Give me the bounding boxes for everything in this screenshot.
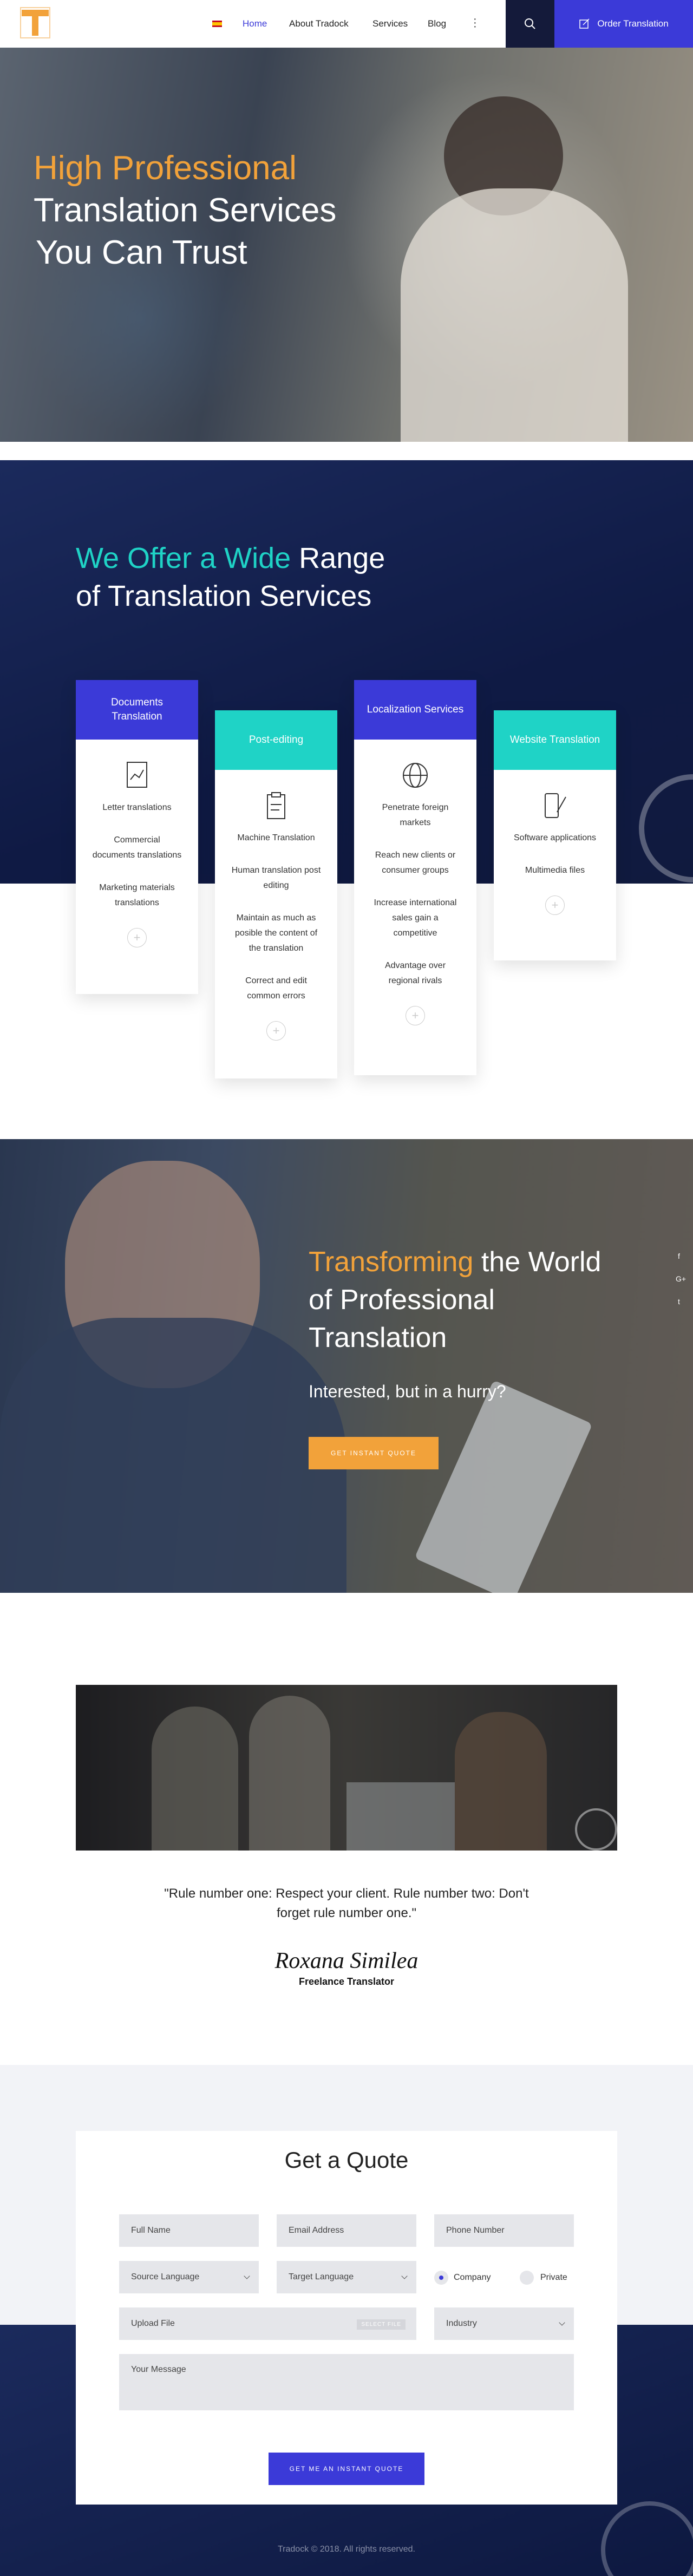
quote-form-title: Get a Quote <box>284 2147 409 2173</box>
card-header: Localization Services <box>354 680 476 740</box>
facebook-icon[interactable]: f <box>678 1252 680 1260</box>
card-item: Letter translations <box>102 803 172 812</box>
transform-subtitle: Interested, but in a hurry? <box>309 1382 506 1401</box>
card-item: Reach new clients or consumer groups <box>375 851 456 875</box>
private-radio[interactable] <box>520 2271 534 2285</box>
testimonial-role: Freelance Translator <box>298 1976 395 1987</box>
card-item: Correct and edit common errors <box>245 976 307 1001</box>
transform-title-line2: of Professional <box>309 1284 495 1316</box>
industry-label: Industry <box>446 2319 477 2328</box>
copyright: Tradock © 2018. All rights reserved. <box>278 2545 415 2554</box>
service-card-documents[interactable]: Documents Translation Letter translation… <box>76 680 198 994</box>
card-item: Increase international sales gain a comp… <box>374 898 457 938</box>
globe-icon <box>401 761 429 789</box>
transform-person-body <box>0 1318 346 1593</box>
company-label: Company <box>454 2273 491 2282</box>
phone-field[interactable]: Phone Number <box>434 2214 574 2247</box>
card-item: Penetrate foreign markets <box>382 803 449 827</box>
chevron-down-icon <box>401 2273 408 2279</box>
services-title-line2: of Translation Services <box>76 580 372 612</box>
card-item: Multimedia files <box>525 866 585 875</box>
twitter-icon[interactable]: t <box>678 1297 680 1306</box>
photo-laptop <box>346 1782 455 1851</box>
card-item: Advantage over regional rivals <box>384 961 446 985</box>
language-flag-icon[interactable] <box>212 21 222 27</box>
transform-title-line3: Translation <box>309 1322 447 1354</box>
nav-home[interactable]: Home <box>243 18 267 29</box>
more-menu-icon[interactable]: · · · <box>473 14 477 32</box>
nav-about[interactable]: About Tradock <box>289 18 349 29</box>
transform-title-rest: the World <box>481 1246 602 1278</box>
logo[interactable] <box>18 5 52 40</box>
order-translation-button[interactable]: Order Translation <box>554 0 693 48</box>
card-header: Website Translation <box>494 710 616 770</box>
upload-file-label: Upload File <box>131 2319 175 2328</box>
signature: Roxana Similea <box>274 1949 419 1973</box>
company-radio[interactable] <box>434 2271 448 2285</box>
expand-plus-icon[interactable]: + <box>545 895 565 915</box>
message-placeholder: Your Message <box>131 2365 186 2374</box>
services-title: We Offer a Wide Range of Translation Ser… <box>76 539 385 615</box>
target-language-select[interactable]: Target Language <box>277 2261 416 2293</box>
expand-plus-icon[interactable]: + <box>406 1006 425 1025</box>
submit-quote-button[interactable]: GET ME AN INSTANT QUOTE <box>269 2453 424 2485</box>
edit-icon <box>579 18 590 29</box>
card-item: Human translation post editing <box>231 866 321 890</box>
source-language-label: Source Language <box>131 2272 200 2281</box>
email-field[interactable]: Email Address <box>277 2214 416 2247</box>
decor-circle-icon <box>575 1808 617 1851</box>
services-title-accent: We Offer a Wide <box>76 542 291 574</box>
document-chart-icon <box>124 761 150 789</box>
order-label: Order Translation <box>597 18 669 29</box>
hero-person-body <box>401 188 628 442</box>
nav-blog[interactable]: Blog <box>428 18 446 29</box>
phone-pen-icon <box>541 792 569 820</box>
select-file-button[interactable]: SELECT FILE <box>357 2319 406 2330</box>
card-item: Maintain as much as posible the content … <box>234 913 318 953</box>
full-name-field[interactable]: Full Name <box>119 2214 259 2247</box>
card-item: Software applications <box>513 833 597 842</box>
expand-plus-icon[interactable]: + <box>266 1021 286 1041</box>
search-icon <box>525 18 535 29</box>
photo-person-2 <box>249 1696 330 1851</box>
industry-select[interactable]: Industry <box>434 2307 574 2340</box>
hero-section: High Professional Translation Services Y… <box>0 48 693 442</box>
get-instant-quote-button[interactable]: GET INSTANT QUOTE <box>309 1437 439 1469</box>
card-header: Documents Translation <box>76 680 198 740</box>
service-card-post-editing[interactable]: Post-editing Machine Translation Human t… <box>215 710 337 1078</box>
tablet-shape <box>414 1379 593 1593</box>
hero-title-line2: Translation Services <box>34 192 337 229</box>
search-button[interactable] <box>506 0 554 48</box>
hero-title-line1: High Professional <box>34 149 297 187</box>
radio-dot <box>439 2276 443 2280</box>
card-item: Commercial documents translations <box>92 835 182 860</box>
testimonial-quote: "Rule number one: Respect your client. R… <box>164 1886 529 1920</box>
team-photo <box>76 1685 617 1851</box>
private-label: Private <box>540 2273 567 2282</box>
transform-title-accent: Transforming <box>309 1246 474 1278</box>
card-item: Marketing materials translations <box>99 883 175 907</box>
source-language-select[interactable]: Source Language <box>119 2261 259 2293</box>
transform-title: Transforming the World of Professional T… <box>309 1243 601 1357</box>
expand-plus-icon[interactable]: + <box>127 928 147 947</box>
service-card-website[interactable]: Website Translation Software application… <box>494 710 616 960</box>
upload-file-field[interactable]: Upload File SELECT FILE <box>119 2307 416 2340</box>
chevron-down-icon <box>244 2273 250 2279</box>
chevron-down-icon <box>559 2319 565 2326</box>
card-header: Post-editing <box>215 710 337 770</box>
hero-title-line3: You Can Trust <box>36 234 247 271</box>
card-item: Machine Translation <box>237 833 315 842</box>
message-textarea[interactable]: Your Message <box>119 2354 574 2410</box>
target-language-label: Target Language <box>289 2272 354 2281</box>
services-title-rest: Range <box>299 542 385 574</box>
clipboard-icon <box>263 792 289 820</box>
service-card-localization[interactable]: Localization Services Penetrate foreign … <box>354 680 476 1075</box>
transform-section <box>0 1139 693 1593</box>
photo-person-1 <box>152 1707 238 1851</box>
photo-person-3 <box>455 1712 547 1851</box>
google-plus-icon[interactable]: G+ <box>676 1274 686 1283</box>
nav-services[interactable]: Services <box>372 18 408 29</box>
site-header: Home About Tradock Services Blog · · · Ord… <box>0 0 693 48</box>
